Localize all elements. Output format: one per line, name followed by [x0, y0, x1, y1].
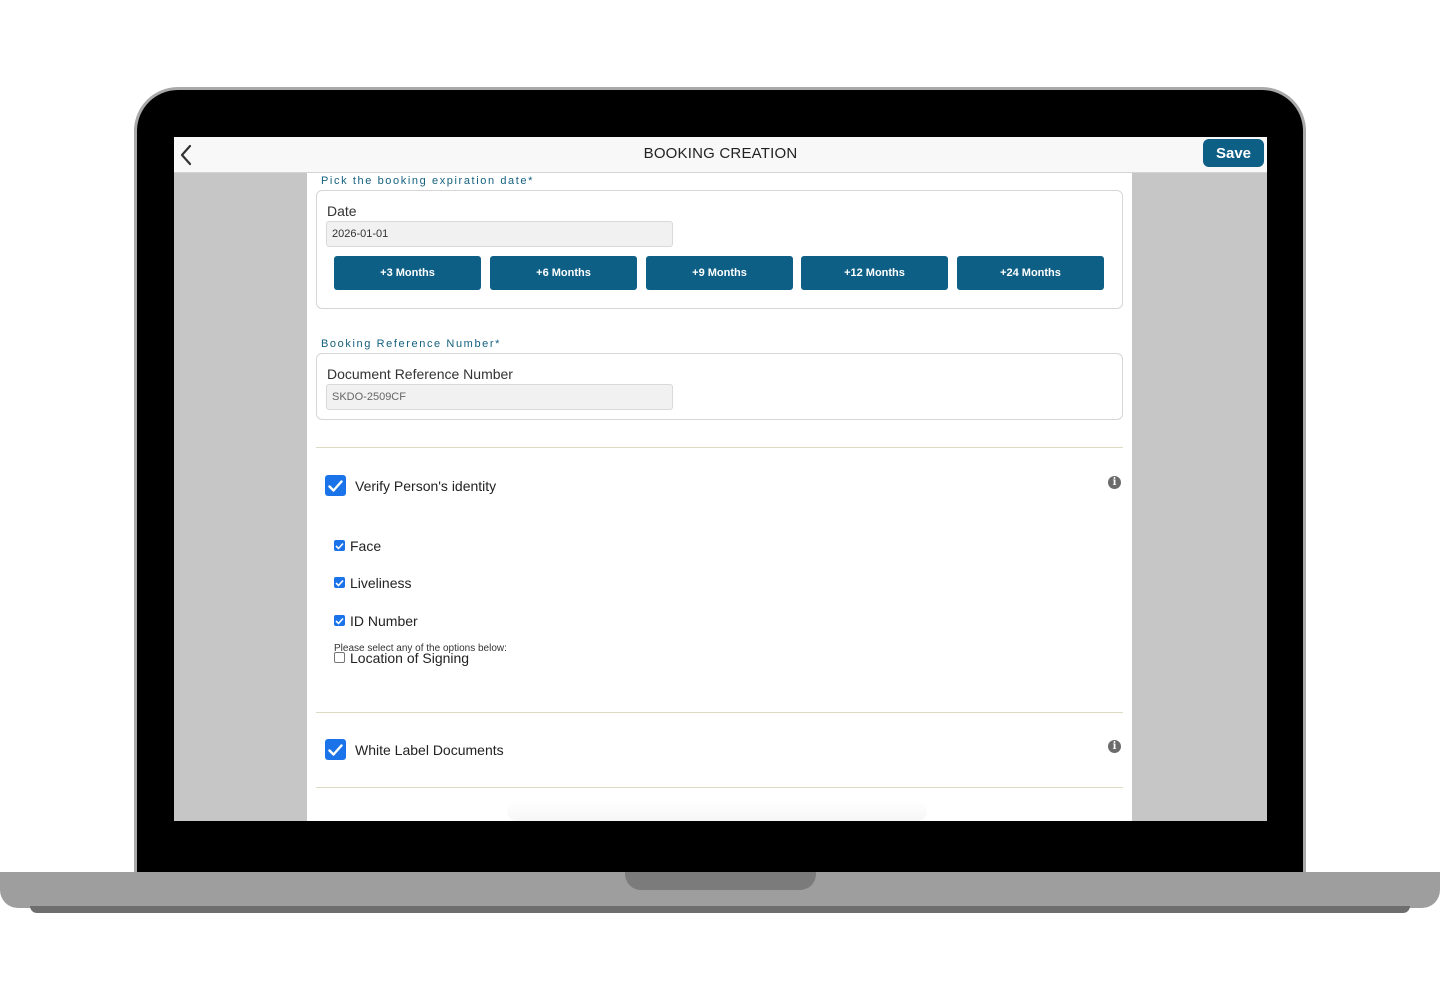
- checkmark-icon: [335, 579, 344, 587]
- checkmark-icon: [335, 617, 344, 625]
- plus-12-months-button[interactable]: +12 Months: [801, 256, 948, 290]
- checkmark-icon: [335, 542, 344, 550]
- chevron-left-icon: [180, 144, 192, 166]
- plus-6-months-button[interactable]: +6 Months: [490, 256, 637, 290]
- plus-9-months-button[interactable]: +9 Months: [646, 256, 793, 290]
- plus-3-months-button[interactable]: +3 Months: [334, 256, 481, 290]
- back-button[interactable]: [176, 142, 196, 168]
- location-of-signing-checkbox[interactable]: [334, 652, 345, 663]
- save-button[interactable]: Save: [1203, 139, 1264, 167]
- laptop-base-edge: [30, 906, 1410, 913]
- verify-identity-checkbox[interactable]: [325, 475, 346, 496]
- reference-field-label: Document Reference Number: [327, 366, 513, 382]
- next-section-edge: [507, 801, 927, 821]
- white-label-label: White Label Documents: [355, 742, 504, 758]
- checkmark-icon: [328, 743, 343, 756]
- laptop-notch: [625, 872, 816, 890]
- location-option-label: Location of Signing: [350, 650, 470, 666]
- info-icon[interactable]: i: [1108, 740, 1121, 753]
- top-bar: BOOKING CREATION Save: [174, 137, 1267, 173]
- divider: [316, 712, 1123, 713]
- reference-input[interactable]: [326, 384, 673, 410]
- expiration-section-label: Pick the booking expiration date*: [321, 175, 535, 187]
- info-icon[interactable]: i: [1108, 476, 1121, 489]
- liveliness-checkbox[interactable]: [334, 577, 345, 588]
- expiration-card: Date +3 Months +6 Months +9 Months +12 M…: [316, 190, 1123, 309]
- id-number-checkbox[interactable]: [334, 615, 345, 626]
- verify-identity-label: Verify Person's identity: [355, 478, 497, 494]
- reference-card: Document Reference Number: [316, 353, 1123, 420]
- face-option-label: Face: [350, 538, 382, 554]
- form-content[interactable]: Pick the booking expiration date* Date +…: [307, 173, 1132, 821]
- white-label-checkbox[interactable]: [325, 739, 346, 760]
- id-number-option-label: ID Number: [350, 613, 418, 629]
- date-input[interactable]: [326, 221, 673, 247]
- face-checkbox[interactable]: [334, 540, 345, 551]
- reference-section-label: Booking Reference Number*: [321, 338, 502, 350]
- plus-24-months-button[interactable]: +24 Months: [957, 256, 1104, 290]
- divider: [316, 447, 1123, 448]
- liveliness-option-label: Liveliness: [350, 575, 412, 591]
- app-screen: BOOKING CREATION Save Pick the booking e…: [174, 137, 1267, 821]
- page-title: BOOKING CREATION: [643, 145, 798, 162]
- checkmark-icon: [328, 479, 343, 492]
- date-field-label: Date: [327, 203, 357, 219]
- divider: [316, 787, 1123, 788]
